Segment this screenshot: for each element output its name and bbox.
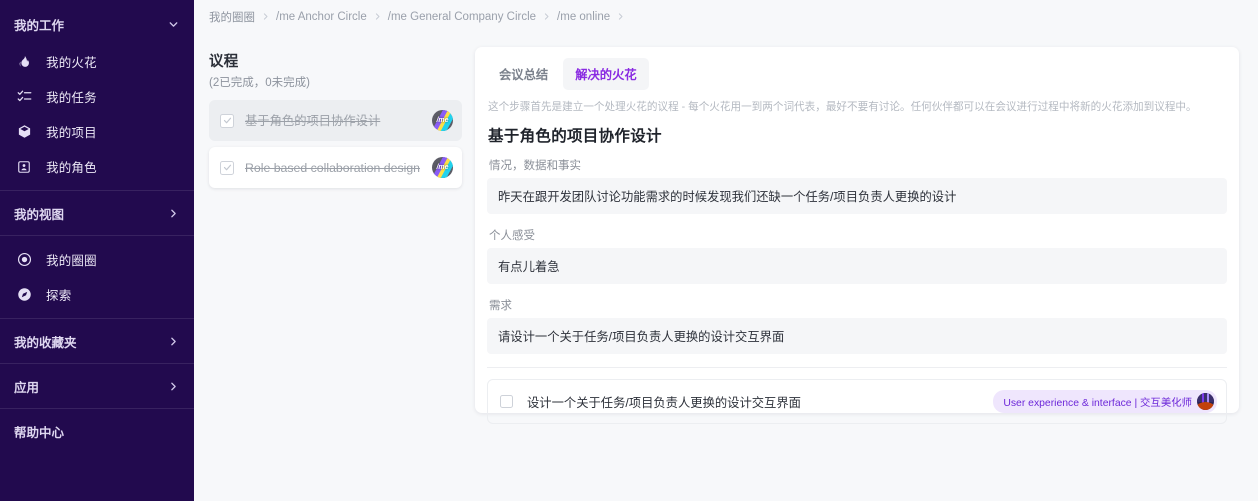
app-root: 我的工作 我的火花 我的任务 我的项目 我的角色 我的视图 我的圈圈 探索 我的…	[0, 0, 1258, 501]
agenda-list-item[interactable]: Role based collaboration design /me	[209, 147, 462, 188]
section-divider	[487, 367, 1227, 368]
sidebar-group-my-work: 我的火花 我的任务 我的项目 我的角色	[0, 42, 194, 186]
agenda-item-label: Role based collaboration design	[245, 160, 421, 175]
flame-icon	[14, 52, 34, 72]
checkbox-checked-icon[interactable]	[220, 113, 234, 128]
chevron-right-icon	[167, 207, 180, 220]
field-label: 个人感受	[489, 230, 535, 242]
chevron-right-icon	[261, 12, 270, 21]
status-badge[interactable]: User experience & interface | 交互美化师	[993, 390, 1217, 413]
field-label: 情况，数据和事实	[489, 160, 581, 172]
avatar-label: /me	[436, 164, 449, 171]
field-value[interactable]: 请设计一个关于任务/项目负责人更换的设计交互界面	[487, 318, 1227, 354]
sidebar-item-label: 我的角色	[46, 161, 97, 175]
chevron-right-icon	[167, 335, 180, 348]
sidebar-item-my-circles[interactable]: 我的圈圈	[0, 242, 194, 277]
sidebar-item-explore[interactable]: 探索	[0, 277, 194, 312]
box-icon	[14, 122, 34, 142]
sidebar-group-circles: 我的圈圈 探索	[0, 240, 194, 314]
compass-icon	[14, 285, 34, 305]
sidebar-section-help-center-label: 帮助中心	[14, 425, 65, 440]
sidebar-divider	[0, 363, 194, 364]
sidebar-item-label: 我的圈圈	[46, 254, 97, 268]
agenda-panel: 议程 (2已完成，0未完成) 基于角色的项目协作设计 /me Role base…	[209, 33, 462, 501]
sidebar-section-apps[interactable]: 应用	[0, 368, 194, 404]
sidebar-item-label: 探索	[46, 289, 72, 303]
id-card-icon	[14, 157, 34, 177]
field-situation: 情况，数据和事实 昨天在跟开发团队讨论功能需求的时候发现我们还缺一个任务/项目负…	[487, 157, 1227, 214]
sidebar-section-my-work[interactable]: 我的工作	[0, 6, 194, 42]
task-label: 设计一个关于任务/项目负责人更换的设计交互界面	[527, 395, 801, 410]
avatar-label: /me	[436, 117, 449, 124]
sidebar-divider	[0, 318, 194, 319]
sidebar-item-my-sparks[interactable]: 我的火花	[0, 44, 194, 79]
field-value[interactable]: 昨天在跟开发团队讨论功能需求的时候发现我们还缺一个任务/项目负责人更换的设计	[487, 178, 1227, 214]
checkbox-checked-icon[interactable]	[220, 160, 234, 175]
breadcrumb-item-0[interactable]: 我的圈圈	[209, 9, 255, 25]
task-checkbox[interactable]	[500, 395, 513, 408]
role-badge-label: User experience & interface | 交互美化师	[1003, 398, 1192, 409]
sidebar-item-label: 我的任务	[46, 91, 97, 105]
chevron-right-icon	[542, 12, 551, 21]
field-value[interactable]: 有点儿着急	[487, 248, 1227, 284]
sidebar-section-my-views-label: 我的视图	[14, 207, 65, 222]
chevron-right-icon	[167, 380, 180, 393]
tab-bar: 会议总结 解决的火花	[487, 58, 1227, 90]
avatar[interactable]	[1197, 393, 1214, 410]
sidebar-item-label: 我的项目	[46, 126, 97, 140]
sidebar-divider	[0, 235, 194, 236]
sidebar: 我的工作 我的火花 我的任务 我的项目 我的角色 我的视图 我的圈圈 探索 我的…	[0, 0, 194, 501]
field-need: 需求 请设计一个关于任务/项目负责人更换的设计交互界面	[487, 297, 1227, 354]
field-label: 需求	[489, 300, 512, 312]
chevron-right-icon	[616, 12, 625, 21]
sidebar-divider	[0, 408, 194, 409]
breadcrumb-item-3[interactable]: /me online	[557, 11, 610, 23]
sidebar-item-my-tasks[interactable]: 我的任务	[0, 79, 194, 114]
sidebar-item-label: 我的火花	[46, 56, 97, 70]
circle-target-icon	[14, 250, 34, 270]
chevron-right-icon	[373, 12, 382, 21]
detail-card-wrapper: 会议总结 解决的火花 这个步骤首先是建立一个处理火花的议程 - 每个火花用一到两…	[462, 33, 1258, 501]
sidebar-item-my-projects[interactable]: 我的项目	[0, 114, 194, 149]
agenda-title: 议程	[209, 54, 239, 70]
content-area: 议程 (2已完成，0未完成) 基于角色的项目协作设计 /me Role base…	[194, 33, 1258, 501]
tab-resolved-sparks[interactable]: 解决的火花	[563, 58, 649, 90]
page-title: 基于角色的项目协作设计	[488, 128, 662, 145]
sidebar-section-favorites-label: 我的收藏夹	[14, 335, 77, 350]
sidebar-section-my-views[interactable]: 我的视图	[0, 195, 194, 231]
sidebar-section-apps-label: 应用	[14, 380, 40, 395]
breadcrumb-item-1[interactable]: /me Anchor Circle	[276, 11, 367, 23]
detail-card: 会议总结 解决的火花 这个步骤首先是建立一个处理火花的议程 - 每个火花用一到两…	[475, 47, 1239, 424]
breadcrumb-item-2[interactable]: /me General Company Circle	[388, 11, 536, 23]
chevron-down-icon	[167, 18, 180, 31]
sidebar-divider	[0, 190, 194, 191]
main-area: 我的圈圈 /me Anchor Circle /me General Compa…	[194, 0, 1258, 501]
sidebar-section-help-center[interactable]: 帮助中心	[0, 413, 194, 449]
agenda-subtitle: (2已完成，0未完成)	[209, 77, 310, 89]
sidebar-section-my-work-label: 我的工作	[14, 18, 65, 33]
task-list-icon	[14, 87, 34, 107]
agenda-item-label: 基于角色的项目协作设计	[245, 113, 381, 128]
task-row[interactable]: 设计一个关于任务/项目负责人更换的设计交互界面 User experience …	[487, 379, 1227, 424]
breadcrumb: 我的圈圈 /me Anchor Circle /me General Compa…	[194, 0, 1258, 33]
tab-meeting-summary[interactable]: 会议总结	[487, 58, 560, 90]
sidebar-item-my-roles[interactable]: 我的角色	[0, 149, 194, 184]
avatar[interactable]: /me	[432, 157, 453, 178]
agenda-list-item[interactable]: 基于角色的项目协作设计 /me	[209, 100, 462, 141]
sidebar-section-favorites[interactable]: 我的收藏夹	[0, 323, 194, 359]
field-feeling: 个人感受 有点儿着急	[487, 227, 1227, 284]
step-description: 这个步骤首先是建立一个处理火花的议程 - 每个火花用一到两个词代表，最好不要有讨…	[488, 101, 1197, 113]
avatar[interactable]: /me	[432, 110, 453, 131]
